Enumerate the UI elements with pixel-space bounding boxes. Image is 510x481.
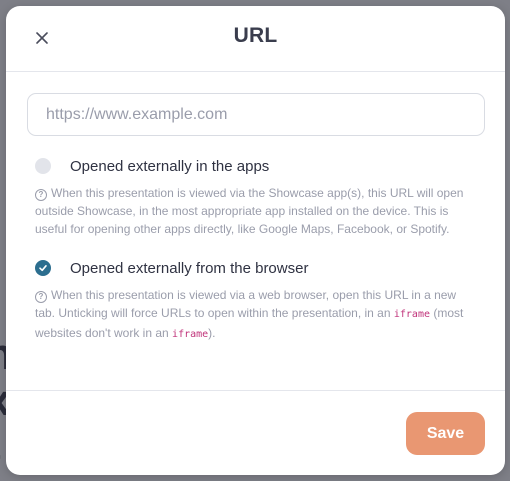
save-button[interactable]: Save — [406, 412, 485, 455]
option-open-in-apps: Opened externally in the apps ? When this… — [27, 156, 485, 238]
question-circle-icon: ? — [35, 189, 47, 201]
url-input[interactable] — [27, 93, 485, 136]
open-in-apps-help: ? When this presentation is viewed via th… — [35, 184, 465, 238]
help-text-part: ). — [208, 326, 216, 340]
checkmark-icon — [39, 264, 47, 272]
open-from-browser-help: ? When this presentation is viewed via a … — [35, 286, 465, 344]
dialog-title: URL — [233, 24, 278, 47]
url-dialog: URL Opened externally in the apps ?When … — [6, 6, 505, 475]
dialog-body: Opened externally in the apps ?When this… — [6, 72, 505, 344]
dialog-header: URL — [6, 6, 505, 72]
open-in-apps-help-text: When this presentation is viewed via the… — [35, 186, 464, 236]
open-in-apps-label: Opened externally in the apps — [70, 157, 270, 175]
open-in-apps-checkbox[interactable] — [35, 158, 51, 174]
option-open-from-browser: Opened externally from the browser ? When… — [27, 258, 485, 344]
question-circle-icon: ? — [35, 291, 47, 303]
iframe-code: iframe — [172, 329, 209, 340]
open-from-browser-label: Opened externally from the browser — [70, 259, 309, 277]
open-from-browser-checkbox[interactable] — [35, 260, 51, 276]
background-page-fragment: t — [0, 420, 1, 470]
dialog-footer: Save — [6, 390, 505, 475]
iframe-code: iframe — [393, 309, 430, 320]
